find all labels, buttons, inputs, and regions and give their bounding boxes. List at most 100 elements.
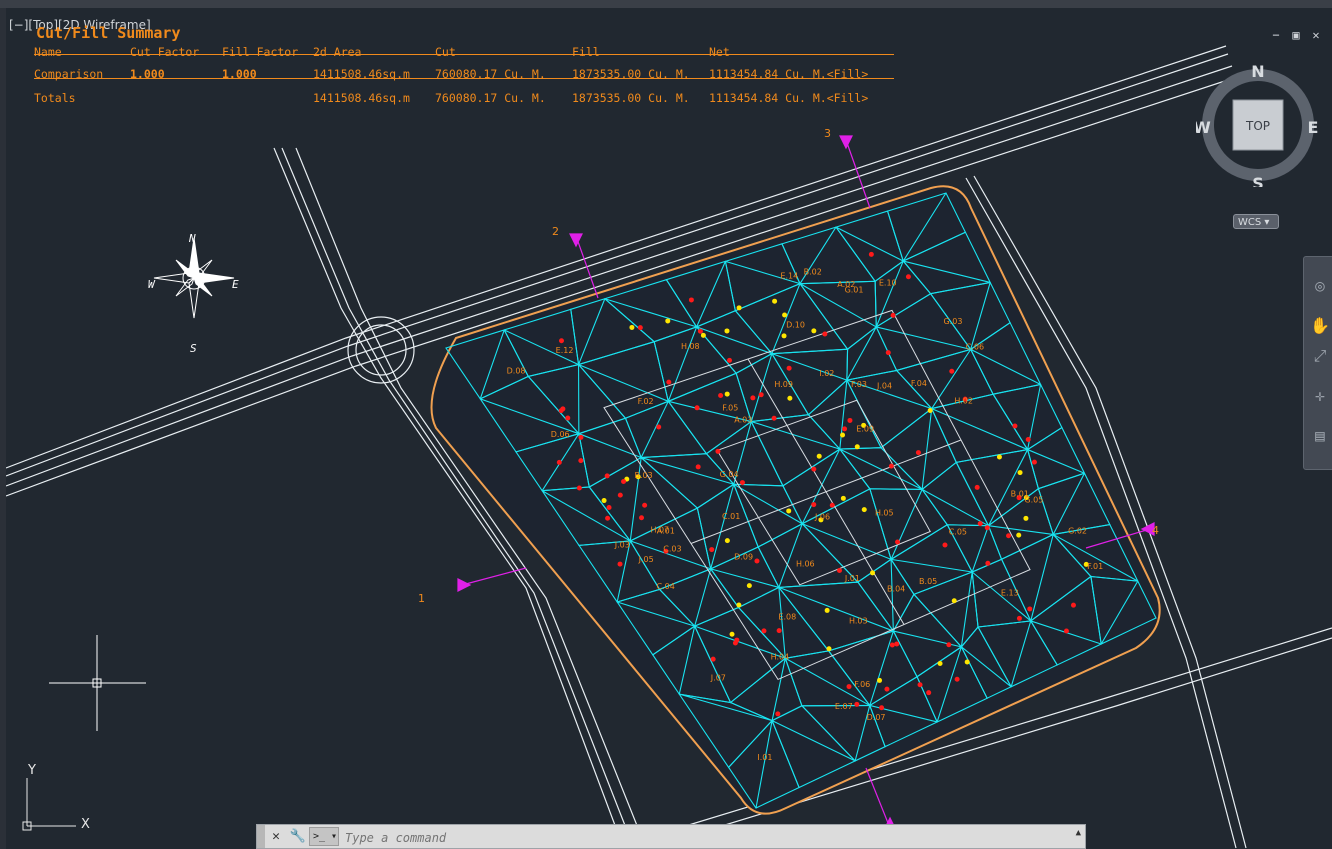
block-label: E.14 [780,272,798,281]
totals-fill: 1873535.00 Cu. M. [572,91,690,105]
close-icon[interactable]: ✕ [1310,28,1322,42]
lot-marker [617,561,623,567]
lot-marker [1017,470,1023,476]
block-label: E.10 [879,279,897,288]
lot-marker [829,502,835,508]
lot-marker [868,251,874,257]
showmotion-icon[interactable]: ▤ [1309,425,1331,447]
block-label: D.08 [507,367,526,376]
drawing-viewport[interactable]: A.01 A.02 A.03 J.03 J.04 J.05 J.06 J.07 J.01 G.01… [6,8,1332,849]
lot-marker [1012,423,1018,429]
restore-icon[interactable]: ▣ [1290,28,1302,42]
lot-marker [601,498,607,504]
lot-marker [861,507,867,513]
lot-marker [578,434,584,440]
lot-marker [565,415,571,421]
command-line-grip[interactable] [257,825,265,848]
lot-marker [840,495,846,501]
lot-marker [847,417,853,423]
block-label: J.01 [844,574,860,583]
pointer-label-1: 1 [418,592,425,605]
lot-marker [710,656,716,662]
zoom-extents-icon[interactable]: ⤢ [1309,345,1331,367]
lot-marker [746,583,752,589]
lot-marker [758,392,764,398]
lot-marker [1063,628,1069,634]
lot-marker [736,602,742,608]
compass-e: E [232,278,239,291]
lot-marker [842,426,848,432]
block-label: B.01 [1011,489,1029,498]
lot-marker [718,393,724,399]
lot-marker [606,505,612,511]
lot-marker [811,502,817,508]
block-label: E.07 [835,702,853,711]
block-label: F.06 [854,680,870,689]
block-label: H.06 [796,560,815,569]
command-close-icon[interactable]: ✕ [267,827,285,846]
viewcube[interactable]: TOP N S E W [1196,63,1320,187]
lot-marker [926,690,932,696]
block-label: C.01 [722,512,740,521]
lot-marker [665,318,671,324]
lot-marker [556,459,562,465]
lot-marker [870,570,876,576]
viewcube-south[interactable]: S [1252,174,1264,187]
drawing-canvas[interactable]: A.01A.02A.03J.03J.04J.05J.06J.07J.01G.01… [6,8,1332,849]
compass-n: N [188,232,196,245]
north-arrow-compass: N S E W [148,232,239,355]
block-label: F.04 [911,379,927,388]
viewcube-east[interactable]: E [1308,118,1319,137]
lot-marker [761,628,767,634]
minimize-icon[interactable]: − [1270,28,1282,42]
block-label: E.08 [778,612,796,621]
ucs-x-label: X [81,817,90,832]
lot-marker [1023,515,1029,521]
pan-icon[interactable]: ✋ [1309,315,1331,337]
header-cut-factor: Cut Factor [130,45,200,59]
command-line: ✕ 🔧 >_ ▾ ▲ [256,824,1086,849]
steering-wheel-icon[interactable]: ◎ [1309,275,1331,297]
lot-marker [811,328,817,334]
viewcube-north[interactable]: N [1251,63,1264,81]
block-label: H.05 [875,509,894,518]
command-history-icon[interactable]: ▲ [1076,828,1081,838]
viewcube-face-label: TOP [1245,119,1270,133]
block-label: D.09 [734,552,753,561]
lot-marker [786,365,792,371]
totals-cut: 760080.17 Cu. M. [435,91,546,105]
lot-marker [949,368,955,374]
lot-marker [734,637,740,643]
block-label: J.04 [876,382,892,391]
lot-marker [816,453,822,459]
lot-marker [694,405,700,411]
lot-marker [578,458,584,464]
lot-marker [637,325,643,331]
command-customize-icon[interactable]: 🔧 [289,827,307,846]
lot-marker [877,677,883,683]
block-label: G.02 [1068,527,1087,536]
lot-marker [954,676,960,682]
command-prompt-icon[interactable]: >_ ▾ [309,827,339,846]
lot-marker [715,448,721,454]
header-cut: Cut [435,45,456,59]
header-fill-factor: Fill Factor [222,45,299,59]
block-label: E.09 [856,424,874,433]
lot-marker [775,711,781,717]
block-label: A.03 [734,416,752,425]
pointer-label-4: 4 [1152,524,1159,537]
block-label: I.02 [819,369,834,378]
block-label: J.07 [710,673,726,682]
viewcube-west[interactable]: W [1196,118,1211,137]
block-label: H.09 [774,380,793,389]
header-fill: Fill [572,45,600,59]
lot-marker [937,661,943,667]
lot-marker [697,328,703,334]
wcs-dropdown[interactable]: WCS ▾ [1233,214,1279,229]
command-input[interactable] [343,827,1067,848]
block-label: H.08 [681,342,700,351]
orbit-icon[interactable]: ✛ [1309,385,1331,407]
lot-marker [951,598,957,604]
summary-rule-1 [34,54,894,55]
block-label: H.04 [771,653,790,662]
